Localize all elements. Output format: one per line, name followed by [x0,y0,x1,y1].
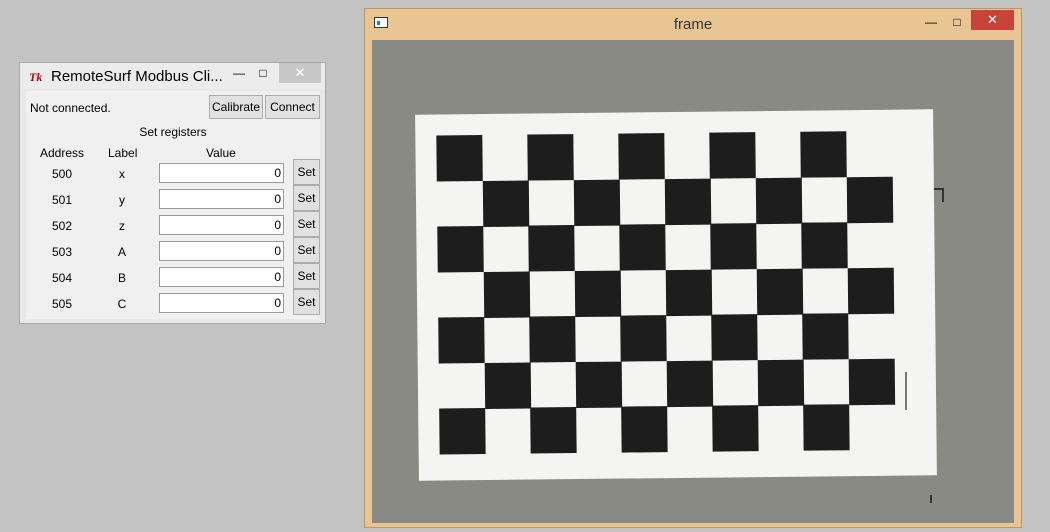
register-address: 504 [51,271,73,285]
register-address: 505 [51,297,73,311]
checker-square [573,179,620,226]
checker-square [483,271,530,318]
connect-button[interactable]: Connect [265,95,320,119]
register-label: B [117,271,126,285]
checker-square [664,178,711,225]
checker-square [801,222,848,269]
register-address: 500 [51,167,73,181]
register-address: 503 [51,245,73,259]
register-value-input[interactable] [159,267,284,287]
client-area: Not connected. Calibrate Connect Set reg… [26,91,320,319]
checker-square [438,317,485,364]
checker-square [802,313,849,360]
checker-square [800,131,847,178]
checker-square [709,132,756,179]
checker-square [439,408,486,455]
checker-square [530,407,577,454]
checker-square [712,405,759,452]
register-row: 505 C Set [26,289,320,317]
register-label: z [119,219,125,233]
register-label: y [119,193,125,207]
register-row: 500 x Set [26,159,320,187]
register-value-input[interactable] [159,163,284,183]
set-button[interactable]: Set [293,263,320,289]
calibrate-button[interactable]: Calibrate [209,95,263,119]
register-label: x [119,167,125,181]
header-label: Label [108,146,138,160]
paper-mark [930,495,932,503]
checker-square [574,270,621,317]
checker-square [710,223,757,270]
register-value-input[interactable] [159,293,284,313]
camera-frame-image [372,40,1014,523]
window-title: RemoteSurf Modbus Cli... [51,68,223,85]
register-label: C [117,297,127,311]
pencil-mark [905,372,907,410]
checker-square [803,404,850,451]
register-address: 502 [51,219,73,233]
close-button[interactable]: ✕ [971,10,1014,30]
checker-square [848,358,895,405]
checker-square [665,269,712,316]
register-value-input[interactable] [159,189,284,209]
section-title: Set registers [139,125,207,139]
register-label: A [117,245,126,259]
header-value: Value [206,146,236,160]
checker-square [847,267,894,314]
set-button[interactable]: Set [293,237,320,263]
checker-square [529,316,576,363]
register-address: 501 [51,193,73,207]
register-value-input[interactable] [159,241,284,261]
checker-square [757,359,804,406]
set-button[interactable]: Set [293,211,320,237]
set-button[interactable]: Set [293,185,320,211]
checker-square [621,406,668,453]
register-row: 504 B Set [26,263,320,291]
checkerboard [415,109,933,455]
paper-mark [942,188,944,202]
checker-square [666,360,713,407]
checker-square [436,135,483,182]
connection-status: Not connected. [30,101,111,115]
checker-square [528,225,575,272]
checker-square [846,176,893,223]
frame-window: frame — □ ✕ [364,8,1022,528]
register-row: 502 z Set [26,211,320,239]
checker-square [711,314,758,361]
checker-square [618,133,665,180]
checker-square [575,361,622,408]
register-table: 500 x Set 501 y Set 502 z Set 503 A [26,159,320,317]
paper-mark [934,188,944,190]
checker-square [482,180,529,227]
tk-feather-icon: Tk [29,70,43,84]
title-bar[interactable]: Tk RemoteSurf Modbus Cli... — □ ✕ [20,63,325,89]
close-button[interactable]: ✕ [279,63,321,83]
set-button[interactable]: Set [293,289,320,315]
checkerboard-paper [415,109,937,481]
checker-square [756,268,803,315]
checker-square [755,177,802,224]
maximize-button[interactable]: □ [251,63,275,83]
checker-square [484,362,531,409]
header-address: Address [40,146,85,160]
remotesurf-window: Tk RemoteSurf Modbus Cli... — □ ✕ Not co… [19,62,326,324]
checker-square [620,315,667,362]
minimize-button[interactable]: — [227,63,251,83]
set-button[interactable]: Set [293,159,320,185]
register-value-input[interactable] [159,215,284,235]
minimize-button[interactable]: — [919,13,943,31]
checker-square [437,226,484,273]
register-row: 501 y Set [26,185,320,213]
maximize-button[interactable]: □ [945,13,969,31]
checker-square [527,134,574,181]
register-row: 503 A Set [26,237,320,265]
checker-square [619,224,666,271]
